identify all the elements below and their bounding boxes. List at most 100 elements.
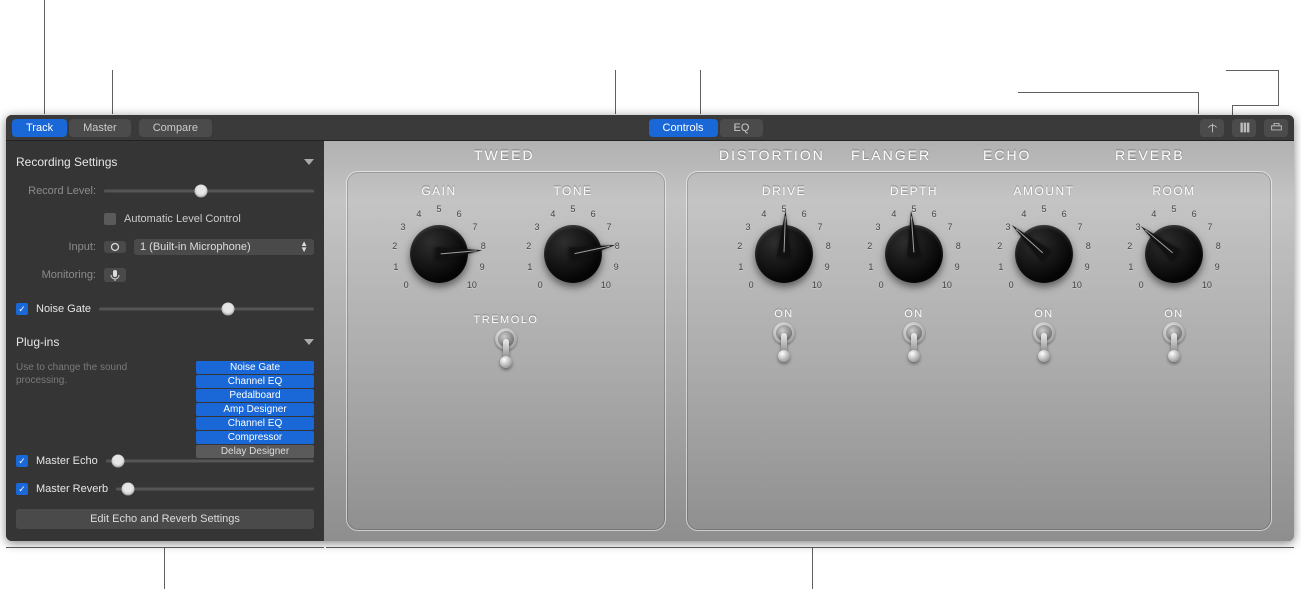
callout-line bbox=[1198, 92, 1199, 114]
controls-tab[interactable]: Controls bbox=[649, 119, 718, 137]
knob[interactable]: 012345678910 bbox=[734, 204, 834, 304]
toggle-switch[interactable] bbox=[901, 322, 927, 362]
knob[interactable]: 012345678910 bbox=[389, 204, 489, 304]
knob-tick: 1 bbox=[393, 262, 398, 272]
toggle-label: TREMOLO bbox=[474, 314, 539, 326]
knob-tick: 8 bbox=[956, 241, 961, 251]
callout-line bbox=[326, 547, 1294, 548]
amp-panel: GAIN012345678910TONE012345678910TREMOLO bbox=[346, 171, 666, 531]
knob-tick: 4 bbox=[1021, 209, 1026, 219]
compare-button[interactable]: Compare bbox=[139, 119, 212, 137]
knob[interactable]: 012345678910 bbox=[864, 204, 964, 304]
knob-tick: 1 bbox=[868, 262, 873, 272]
smart-controls-area: TWEEDGAIN012345678910TONE012345678910TRE… bbox=[324, 141, 1294, 541]
knob-tick: 6 bbox=[1062, 209, 1067, 219]
knob-label: TONE bbox=[553, 184, 592, 198]
inspector-sidebar: Recording Settings Record Level: Automat… bbox=[6, 141, 324, 541]
knob-tick: 6 bbox=[802, 209, 807, 219]
master-reverb-checkbox[interactable] bbox=[16, 483, 28, 495]
eq-tab[interactable]: EQ bbox=[720, 119, 764, 137]
plugin-slot[interactable]: Amp Designer bbox=[196, 403, 314, 416]
input-source-dropdown[interactable]: 1 (Built-in Microphone) ▲▼ bbox=[134, 239, 314, 255]
knob[interactable]: 012345678910 bbox=[994, 204, 1094, 304]
knob-tick: 10 bbox=[1202, 280, 1212, 290]
master-button[interactable]: Master bbox=[69, 119, 131, 137]
plugin-slot[interactable]: Compressor bbox=[196, 431, 314, 444]
callout-line bbox=[112, 70, 113, 114]
knob-tick: 2 bbox=[526, 241, 531, 251]
auto-level-checkbox[interactable] bbox=[104, 213, 116, 225]
plugin-slot[interactable]: Channel EQ bbox=[196, 375, 314, 388]
callout-line bbox=[1232, 105, 1279, 106]
plugin-slot[interactable]: Pedalboard bbox=[196, 389, 314, 402]
knob-tick: 6 bbox=[591, 209, 596, 219]
knob-tick: 0 bbox=[879, 280, 884, 290]
callout-line bbox=[615, 70, 616, 114]
plugins-help-text: Use to change the sound processing. bbox=[16, 361, 146, 387]
record-level-slider[interactable] bbox=[104, 184, 314, 198]
noise-gate-checkbox[interactable] bbox=[16, 303, 28, 315]
toggle-label: ON bbox=[1034, 308, 1054, 320]
knob[interactable]: 012345678910 bbox=[523, 204, 623, 304]
plugin-list: Noise GateChannel EQPedalboardAmp Design… bbox=[196, 361, 314, 458]
master-reverb-slider[interactable] bbox=[116, 482, 314, 496]
knob-tick: 4 bbox=[550, 209, 555, 219]
knob-tick: 6 bbox=[457, 209, 462, 219]
effect-title: REVERB bbox=[1115, 147, 1185, 163]
plugins-section[interactable]: Plug-ins bbox=[16, 331, 314, 353]
toggle-switch[interactable] bbox=[771, 322, 797, 362]
knob-tick: 0 bbox=[1139, 280, 1144, 290]
callout-line bbox=[1278, 70, 1279, 92]
toggle-label: ON bbox=[904, 308, 924, 320]
input-source-value: 1 (Built-in Microphone) bbox=[140, 241, 251, 253]
knob-tick: 1 bbox=[998, 262, 1003, 272]
knob-tick: 7 bbox=[607, 222, 612, 232]
toggle-switch[interactable] bbox=[1031, 322, 1057, 362]
section-title: Plug-ins bbox=[16, 335, 59, 349]
input-label: Input: bbox=[16, 241, 96, 253]
knob-tick: 2 bbox=[392, 241, 397, 251]
knob-tick: 0 bbox=[404, 280, 409, 290]
callout-line bbox=[1226, 70, 1278, 71]
toggle-switch[interactable] bbox=[493, 328, 519, 368]
knob-label: GAIN bbox=[421, 184, 456, 198]
toggle-switch[interactable] bbox=[1161, 322, 1187, 362]
toggle-label: ON bbox=[1164, 308, 1184, 320]
knob-tick: 3 bbox=[745, 222, 750, 232]
effect-title: DISTORTION bbox=[719, 147, 825, 163]
callout-line bbox=[164, 547, 165, 589]
effects-panel: DRIVE012345678910ONDEPTH012345678910ONAM… bbox=[686, 171, 1272, 531]
master-echo-checkbox[interactable] bbox=[16, 455, 28, 467]
knob-tick: 0 bbox=[538, 280, 543, 290]
knob-tick: 9 bbox=[825, 262, 830, 272]
edit-echo-reverb-button[interactable]: Edit Echo and Reverb Settings bbox=[16, 509, 314, 529]
plugin-slot[interactable]: Noise Gate bbox=[196, 361, 314, 374]
panel-title: TWEED bbox=[474, 147, 535, 163]
tuner-icon[interactable] bbox=[1200, 119, 1224, 137]
knob-tick: 7 bbox=[1078, 222, 1083, 232]
knob-tick: 7 bbox=[948, 222, 953, 232]
knob-label: ROOM bbox=[1152, 184, 1195, 198]
callout-line bbox=[1232, 105, 1233, 115]
track-button[interactable]: Track bbox=[12, 119, 67, 137]
callout-line bbox=[812, 547, 813, 589]
effect-title: ECHO bbox=[983, 147, 1031, 163]
noise-gate-label: Noise Gate bbox=[36, 303, 91, 315]
input-channel-toggle[interactable] bbox=[104, 241, 126, 253]
output-icon[interactable] bbox=[1264, 119, 1288, 137]
noise-gate-slider[interactable] bbox=[99, 302, 314, 316]
plugin-slot[interactable]: Channel EQ bbox=[196, 417, 314, 430]
arpeggiator-icon[interactable] bbox=[1232, 119, 1256, 137]
knob-label: AMOUNT bbox=[1014, 184, 1075, 198]
recording-settings-section[interactable]: Recording Settings bbox=[16, 151, 314, 173]
knob-tick: 10 bbox=[812, 280, 822, 290]
knob-tick: 7 bbox=[818, 222, 823, 232]
knob-label: DRIVE bbox=[762, 184, 806, 198]
knob-tick: 5 bbox=[570, 204, 575, 214]
auto-level-label: Automatic Level Control bbox=[124, 213, 241, 225]
knob-tick: 9 bbox=[614, 262, 619, 272]
monitoring-toggle[interactable] bbox=[104, 268, 126, 282]
knob[interactable]: 012345678910 bbox=[1124, 204, 1224, 304]
knob-tick: 9 bbox=[1215, 262, 1220, 272]
master-echo-slider[interactable] bbox=[106, 454, 314, 468]
